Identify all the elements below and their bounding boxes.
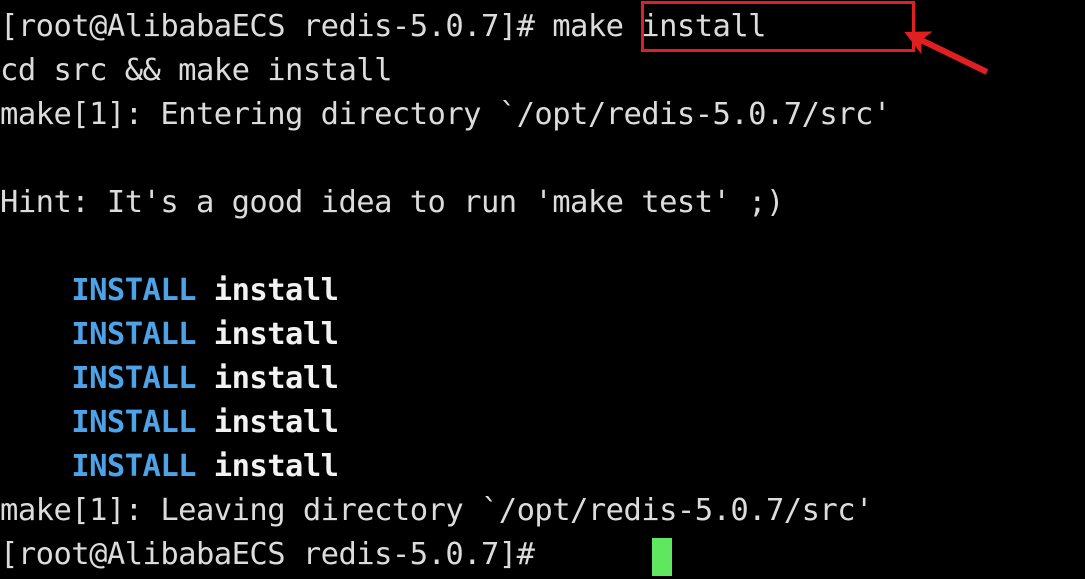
terminal-line: INSTALL install: [0, 445, 339, 489]
terminal-text-segment: INSTALL: [71, 361, 196, 396]
terminal-cursor: [652, 538, 672, 576]
terminal-line: INSTALL install: [0, 269, 339, 313]
terminal-line: Hint: It's a good idea to run 'make test…: [0, 181, 784, 225]
terminal-text-segment: [root@AlibabaECS redis-5.0.7]# make inst…: [0, 9, 767, 44]
terminal-line: INSTALL install: [0, 357, 339, 401]
terminal-line: make[1]: Leaving directory `/opt/redis-5…: [0, 489, 873, 533]
terminal-text-segment: install: [213, 273, 339, 308]
terminal-text-segment: install: [213, 405, 339, 440]
terminal-line: INSTALL install: [0, 313, 339, 357]
terminal-text-segment: INSTALL: [71, 317, 196, 352]
terminal-text-segment: install: [213, 449, 339, 484]
terminal-text-segment: install: [213, 317, 339, 352]
terminal-line: cd src && make install: [0, 49, 392, 93]
terminal-text-segment: INSTALL: [71, 405, 196, 440]
terminal-line: make[1]: Entering directory `/opt/redis-…: [0, 93, 891, 137]
terminal-text-segment: [root@AlibabaECS redis-5.0.7]#: [0, 537, 553, 572]
terminal-line: INSTALL install: [0, 401, 339, 445]
terminal-text-segment: make[1]: Leaving directory `/opt/redis-5…: [0, 493, 873, 528]
terminal-text-segment: make[1]: Entering directory `/opt/redis-…: [0, 97, 891, 132]
terminal-text-segment: INSTALL: [71, 273, 196, 308]
terminal-text-segment: Hint: It's a good idea to run 'make test…: [0, 185, 784, 220]
terminal-line: [root@AlibabaECS redis-5.0.7]#: [0, 533, 552, 577]
terminal-text-segment: install: [213, 361, 339, 396]
terminal-text-segment: cd src && make install: [0, 53, 392, 88]
terminal-text-segment: INSTALL: [71, 449, 196, 484]
terminal-line: [root@AlibabaECS redis-5.0.7]# make inst…: [0, 5, 767, 49]
terminal-window[interactable]: [root@AlibabaECS redis-5.0.7]# make inst…: [0, 0, 1085, 579]
